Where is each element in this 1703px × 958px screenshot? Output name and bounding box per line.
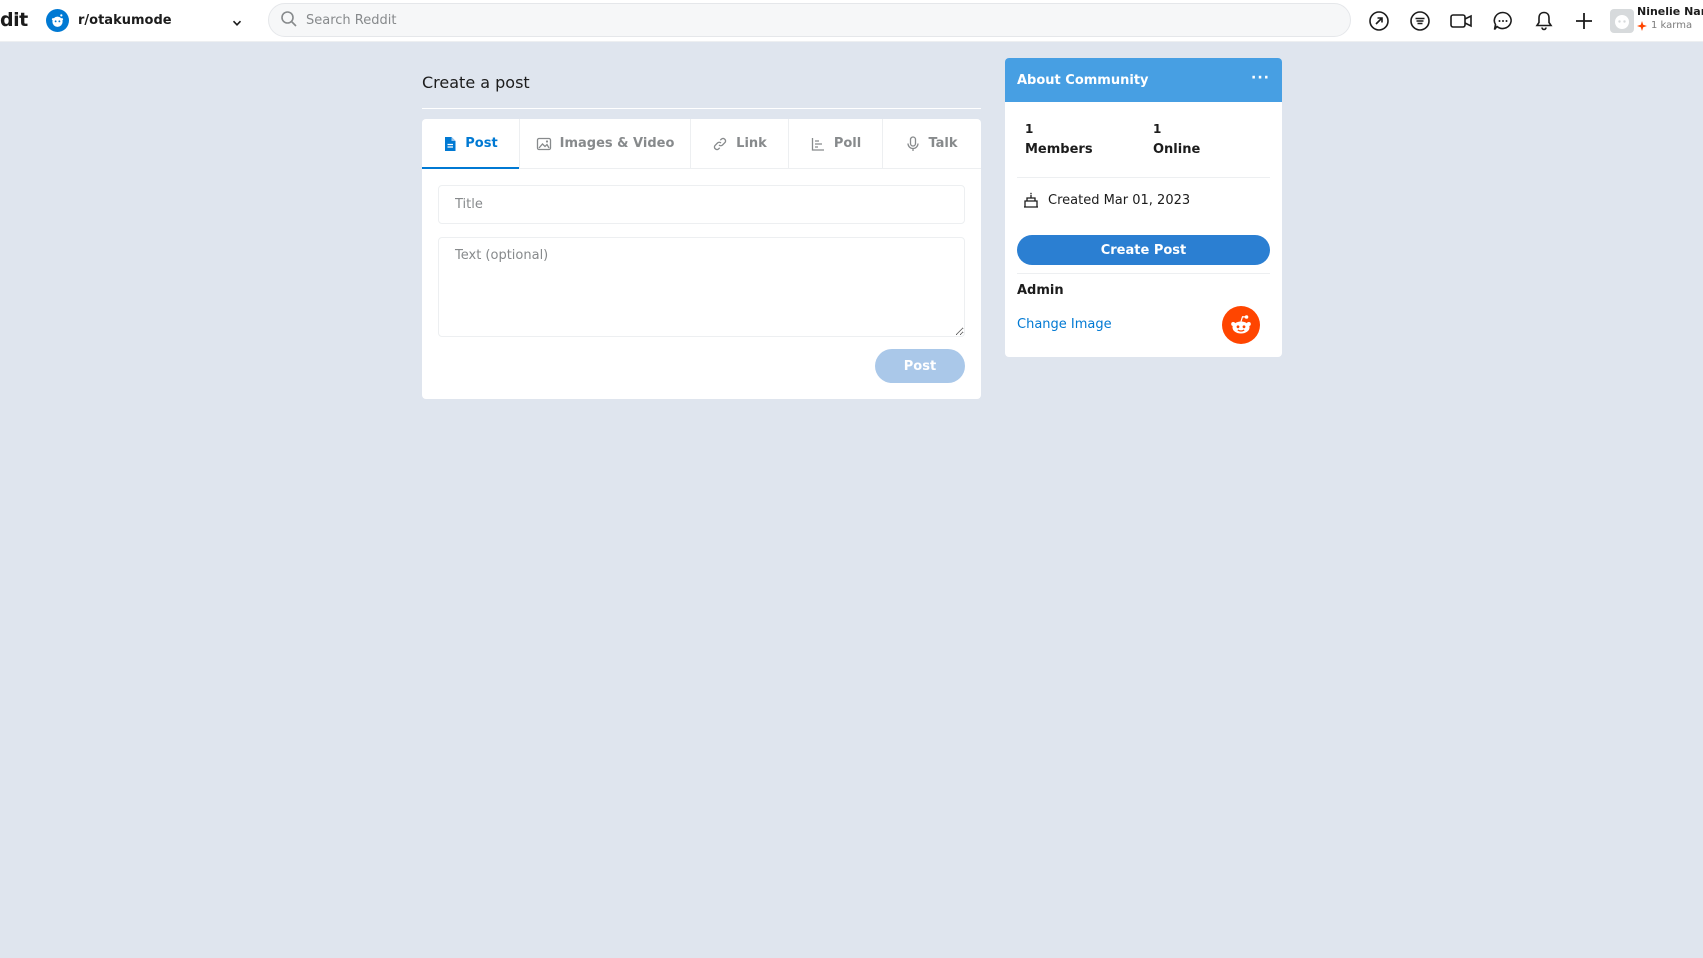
document-icon [445, 136, 456, 151]
stats-divider [1017, 177, 1270, 178]
online-count: 1 [1153, 122, 1162, 136]
chevron-down-icon[interactable] [231, 14, 243, 33]
tab-post[interactable]: Post [422, 119, 520, 169]
members-label: Members [1025, 142, 1093, 157]
link-icon [714, 137, 727, 150]
about-community-title: About Community [1017, 72, 1149, 88]
post-type-tabs: Post Images & Video Link Poll Talk [422, 119, 981, 169]
create-post-button[interactable]: Create Post [1017, 235, 1270, 265]
tab-images-video[interactable]: Images & Video [520, 119, 691, 168]
body-textarea[interactable] [438, 237, 965, 337]
search-input[interactable] [306, 12, 1306, 28]
tab-link[interactable]: Link [691, 119, 789, 168]
search-bar[interactable] [268, 3, 1351, 37]
more-options-icon[interactable]: ··· [1251, 70, 1270, 86]
cake-icon [1024, 192, 1038, 208]
karma-label: 1 karma [1651, 20, 1693, 31]
community-avatar-icon [46, 9, 69, 32]
reddit-logo-text[interactable]: dit [0, 9, 28, 31]
post-button[interactable]: Post [875, 349, 965, 383]
chat-icon[interactable] [1490, 8, 1516, 34]
tab-talk-label: Talk [928, 136, 958, 151]
change-image-link[interactable]: Change Image [1017, 317, 1112, 332]
snoo-avatar-icon[interactable] [1222, 306, 1260, 344]
tab-poll-label: Poll [833, 136, 862, 151]
members-count: 1 [1025, 122, 1034, 136]
admin-label: Admin [1017, 283, 1064, 298]
user-karma: 1 karma [1637, 20, 1692, 31]
tab-talk[interactable]: Talk [883, 119, 981, 168]
about-community-card: About Community ··· 1 Members 1 Online C… [1005, 58, 1282, 357]
notification-bell-icon[interactable] [1531, 8, 1557, 34]
image-icon [536, 137, 551, 150]
tab-images-video-label: Images & Video [559, 136, 675, 151]
title-input[interactable] [438, 185, 965, 224]
page-title: Create a post [422, 73, 530, 92]
title-divider [422, 108, 981, 109]
search-icon [280, 10, 298, 32]
tab-link-label: Link [736, 136, 767, 151]
create-plus-icon[interactable] [1571, 8, 1597, 34]
online-label: Online [1153, 142, 1201, 157]
created-date-text: Created Mar 01, 2023 [1048, 192, 1191, 208]
tab-poll[interactable]: Poll [789, 119, 883, 168]
community-name: r/otakumode [78, 13, 172, 28]
karma-icon [1637, 20, 1647, 31]
microphone-icon [907, 135, 920, 151]
online-stat: 1 Online [1153, 122, 1281, 157]
popular-icon[interactable] [1366, 8, 1392, 34]
top-header: dit r/otakumode Ninelie Nana 1 ka [0, 0, 1703, 42]
members-stat: 1 Members [1025, 122, 1153, 157]
community-switcher[interactable]: r/otakumode [43, 6, 248, 35]
admin-divider [1017, 273, 1270, 274]
coin-icon[interactable] [1407, 8, 1433, 34]
poll-icon [811, 137, 824, 151]
created-date: Created Mar 01, 2023 [1022, 191, 1190, 209]
community-stats: 1 Members 1 Online [1025, 122, 1281, 157]
user-avatar[interactable] [1610, 9, 1634, 33]
about-community-header: About Community ··· [1005, 58, 1282, 102]
user-name[interactable]: Ninelie Nana [1637, 5, 1703, 18]
video-icon[interactable] [1448, 8, 1474, 34]
tab-post-label: Post [465, 136, 498, 151]
create-post-card: Post Images & Video Link Poll Talk Post [422, 119, 981, 399]
